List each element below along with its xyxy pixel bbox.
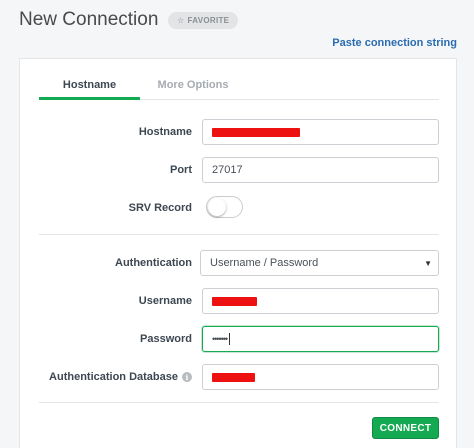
port-row: Port 27017 — [20, 157, 458, 183]
connection-form-panel: Hostname More Options Hostname Port 2701… — [19, 58, 457, 448]
hostname-row: Hostname — [20, 119, 458, 145]
username-input[interactable] — [202, 288, 439, 314]
star-outline-icon: ☆ — [177, 16, 185, 25]
port-label: Port — [170, 164, 192, 176]
auth-database-label: Authentication Database i — [49, 364, 192, 390]
hostname-input[interactable] — [202, 119, 439, 145]
username-redaction — [212, 296, 257, 306]
footer-divider — [39, 402, 439, 403]
toggle-knob — [208, 198, 226, 216]
authentication-value: Username / Password — [210, 257, 319, 269]
username-label: Username — [138, 295, 192, 307]
chevron-down-icon: ▼ — [424, 259, 432, 268]
auth-database-input[interactable] — [202, 364, 439, 390]
srv-record-label: SRV Record — [128, 202, 192, 214]
page-title: New Connection — [19, 9, 159, 30]
tab-more-options[interactable]: More Options — [143, 74, 243, 100]
srv-record-row: SRV Record — [20, 195, 458, 221]
password-input[interactable]: ••••••• — [202, 326, 439, 352]
paste-connection-string-link[interactable]: Paste connection string — [332, 37, 457, 49]
username-row: Username — [20, 288, 458, 314]
hostname-redaction — [212, 127, 300, 137]
connect-button[interactable]: CONNECT — [372, 417, 439, 439]
tab-bar: Hostname More Options — [39, 74, 439, 100]
auth-database-redaction — [212, 372, 255, 382]
tab-hostname[interactable]: Hostname — [39, 74, 140, 100]
authentication-label: Authentication — [115, 257, 192, 269]
port-input[interactable]: 27017 — [202, 157, 439, 183]
authentication-select[interactable]: Username / Password ▼ — [200, 250, 439, 276]
favorite-button[interactable]: ☆ FAVORITE — [168, 12, 239, 29]
password-label: Password — [140, 333, 192, 345]
password-value: ••••••• — [212, 334, 228, 344]
section-divider — [39, 234, 439, 235]
text-cursor — [229, 333, 231, 345]
info-icon[interactable]: i — [182, 372, 192, 382]
hostname-label: Hostname — [138, 126, 192, 138]
favorite-label: FAVORITE — [187, 16, 230, 25]
auth-database-label-text: Authentication Database — [49, 371, 178, 383]
authentication-row: Authentication Username / Password ▼ — [20, 250, 458, 276]
auth-database-row: Authentication Database i — [20, 364, 458, 390]
password-row: Password ••••••• — [20, 326, 458, 352]
srv-record-toggle[interactable] — [206, 196, 243, 218]
